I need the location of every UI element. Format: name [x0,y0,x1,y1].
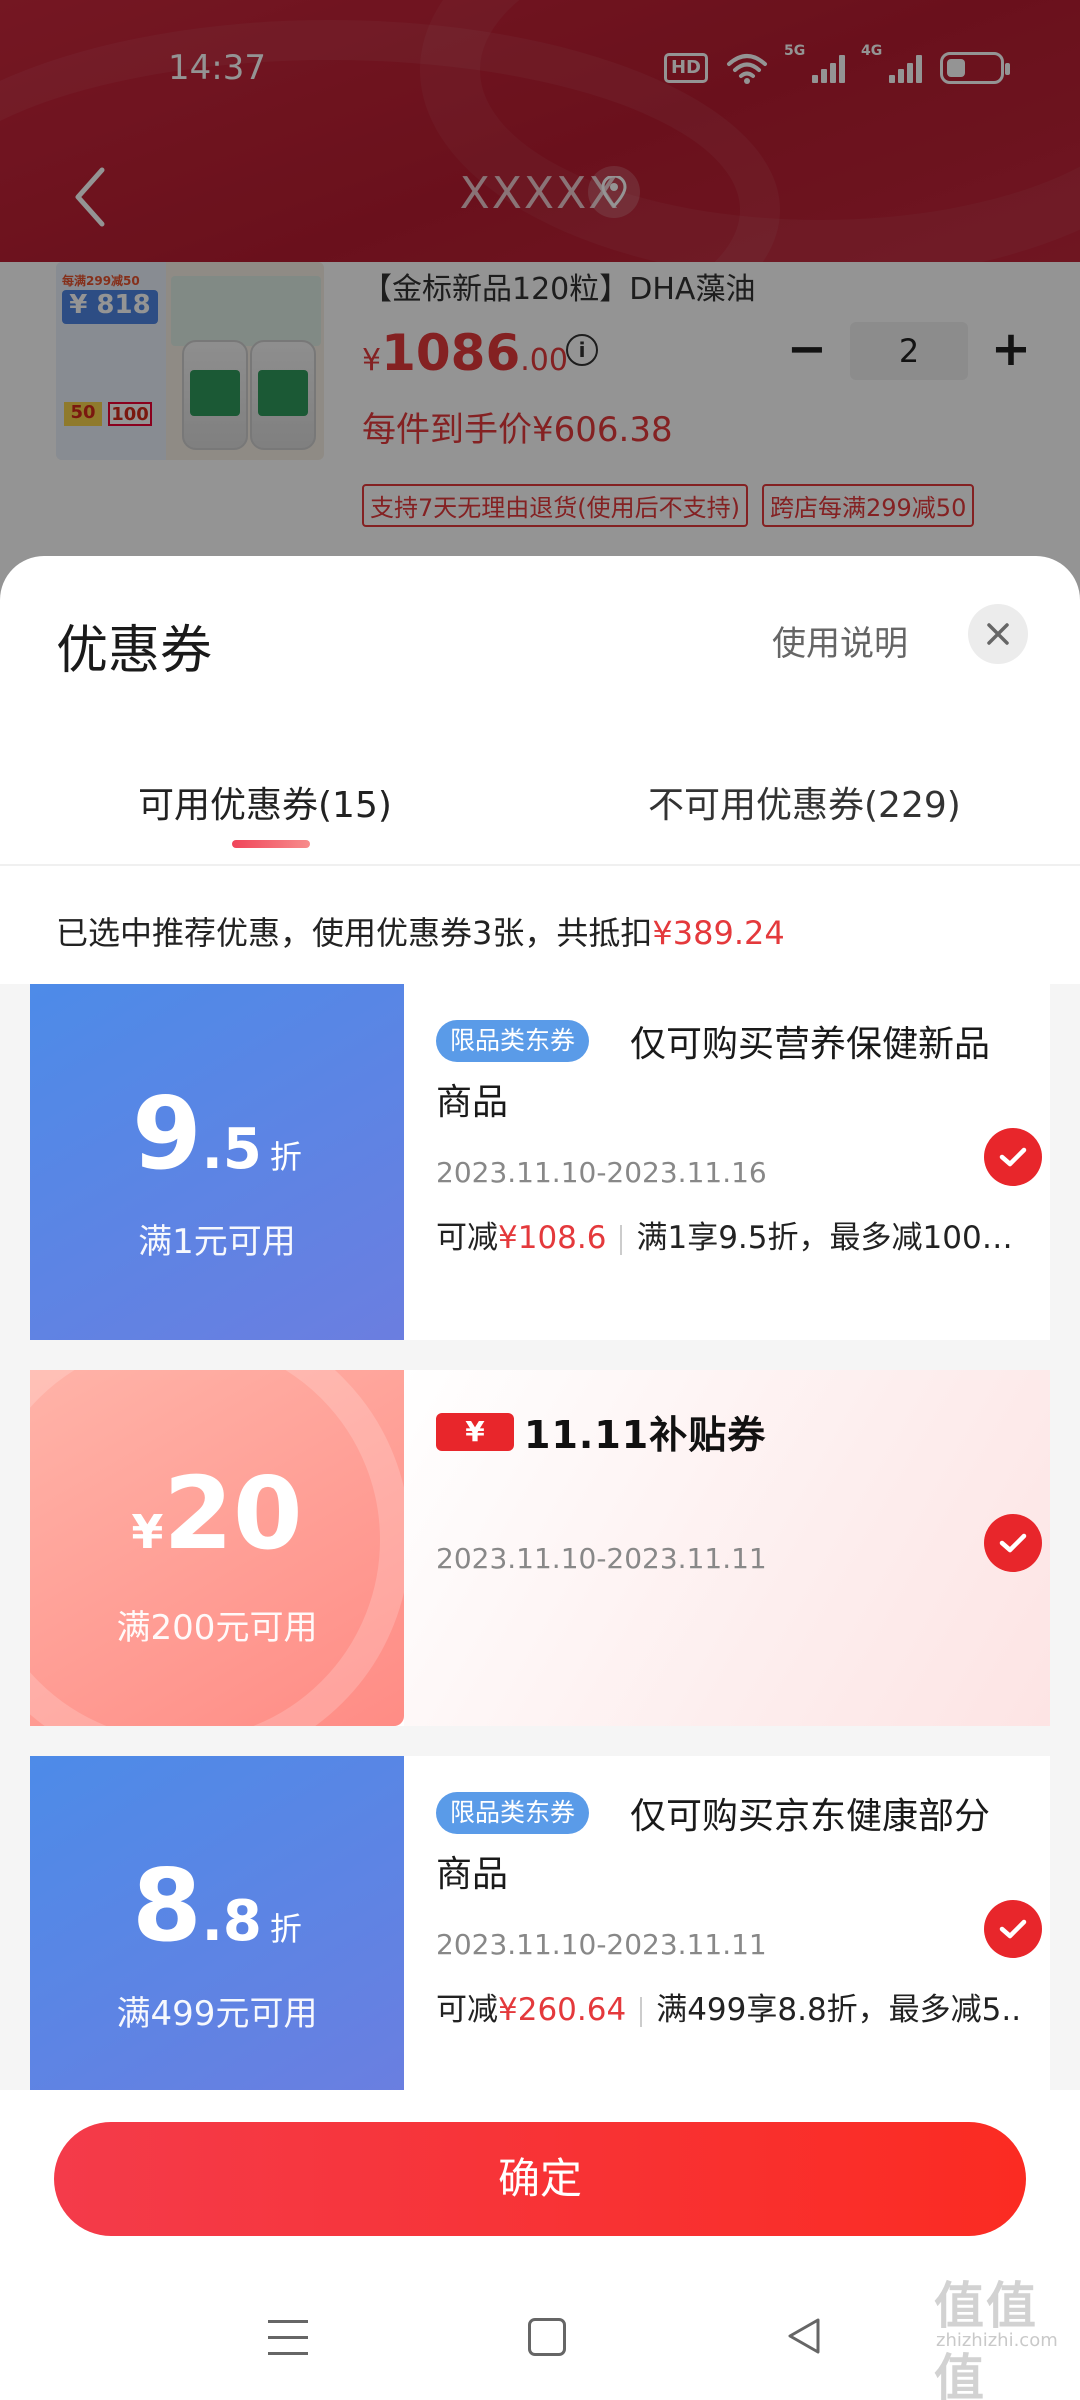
coupon-tabs: 可用优惠券(15) 不可用优惠券(229) [0,756,1080,866]
category-tag: 限品类东券 [436,1792,590,1834]
home-icon[interactable] [528,2318,566,2356]
coupon-dates: 2023.11.10-2023.11.11 [436,1542,767,1575]
coupon-condition: 满1元可用 [138,1222,296,1262]
coupon-condition: 满200元可用 [116,1608,318,1648]
usage-instructions-link[interactable]: 使用说明 [772,616,908,665]
summary-text: 已选中推荐优惠，使用优惠券3张，共抵扣 [56,914,653,952]
coupon-card[interactable]: 9.5 折 满1元可用 仅可购买营养保健新品商品 限品类东券 2023.11.10… [30,984,1050,1340]
selected-check-icon[interactable] [984,1514,1042,1572]
sheet-title: 优惠券 [56,621,213,681]
coupon-details: 仅可购买营养保健新品商品 限品类东券 2023.11.10-2023.11.16… [404,984,1050,1340]
subsidy-badge: ¥ 11.11补贴券 [436,1404,766,1459]
menu-icon[interactable] [268,2320,308,2356]
tab-available[interactable]: 可用优惠券(15) [138,776,392,828]
active-tab-indicator [232,840,310,848]
coupon-details: ¥ 11.11补贴券 2023.11.10-2023.11.11 [404,1370,1050,1726]
coupon-dates: 2023.11.10-2023.11.11 [436,1928,767,1961]
coupon-list: 9.5 折 满1元可用 仅可购买营养保健新品商品 限品类东券 2023.11.10… [0,984,1080,2112]
coupon-savings: 可减¥260.64 满499享8.8折，最多减5.. [436,1992,1022,2028]
confirm-button[interactable]: 确定 [54,2122,1026,2236]
selected-check-icon[interactable] [984,1128,1042,1186]
product-page-background: 14:37 HD 5G 4G XXXXX 每满299减50 ¥ 818 50 1… [0,0,1080,600]
close-icon [987,623,1009,645]
footer: 确定 值值值 zhizhizhi.com [0,2090,1080,2400]
discount-value: 9.5 折 [132,1075,302,1192]
coupon-card[interactable]: 8.8 折 满499元可用 仅可购买京东健康部分商品 限品类东券 2023.11.… [30,1756,1050,2112]
back-triangle-icon[interactable] [782,2314,826,2358]
coupon-savings: 可减¥108.6 满1享9.5折，最多减1000元 [436,1220,1026,1256]
modal-overlay[interactable] [0,0,1080,600]
coupon-details: 仅可购买京东健康部分商品 限品类东券 2023.11.10-2023.11.11… [404,1756,1050,2112]
coupon-value-panel: ¥20 满200元可用 [30,1370,404,1726]
discount-summary: 已选中推荐优惠，使用优惠券3张，共抵扣¥389.24 [0,868,1080,998]
watermark-url: zhizhizhi.com [936,2330,1058,2351]
coupon-card[interactable]: ¥20 满200元可用 ¥ 11.11补贴券 2023.11.10-2023.1… [30,1370,1050,1726]
close-button[interactable] [968,604,1028,664]
subsidy-label: 11.11补贴券 [524,1413,767,1457]
yen-ticket-icon: ¥ [436,1412,514,1451]
system-nav-bar [0,2290,1080,2400]
coupon-amount: ¥20 [131,1455,303,1572]
coupon-dates: 2023.11.10-2023.11.16 [436,1156,767,1189]
selected-check-icon[interactable] [984,1900,1042,1958]
category-tag: 限品类东券 [436,1020,590,1062]
summary-amount: ¥389.24 [652,914,785,952]
coupon-value-panel: 8.8 折 满499元可用 [30,1756,404,2112]
tab-unavailable[interactable]: 不可用优惠券(229) [648,776,961,828]
coupon-condition: 满499元可用 [116,1994,318,2034]
coupon-sheet: 优惠券 使用说明 可用优惠券(15) 不可用优惠券(229) 已选中推荐优惠，使… [0,556,1080,2400]
discount-value: 8.8 折 [132,1847,302,1964]
coupon-value-panel: 9.5 折 满1元可用 [30,984,404,1340]
